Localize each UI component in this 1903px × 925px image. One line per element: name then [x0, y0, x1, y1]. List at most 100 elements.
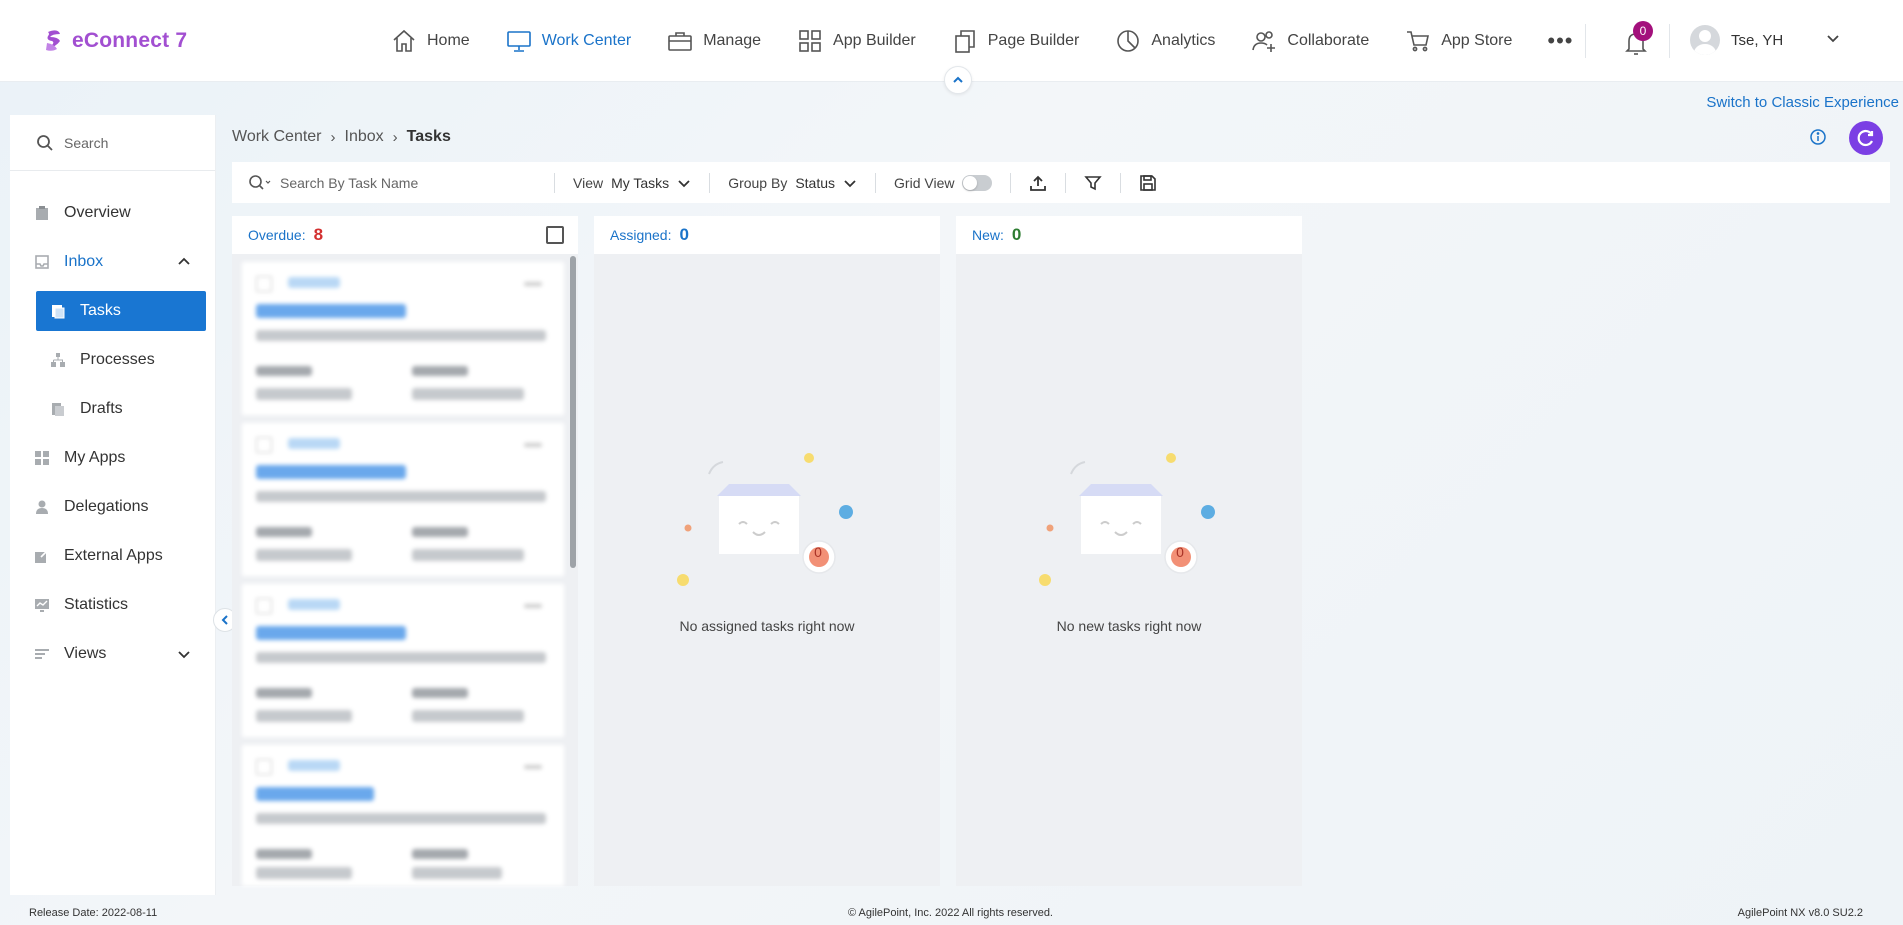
task-checkbox[interactable]: [256, 759, 272, 775]
column-count: 0: [1011, 225, 1022, 244]
task-tag: [288, 760, 340, 771]
chevron-down-icon[interactable]: [1824, 30, 1842, 48]
sidebar-item-statistics[interactable]: Statistics: [10, 585, 216, 625]
sidebar-search-placeholder: Search: [64, 134, 109, 151]
scrollbar[interactable]: [570, 256, 576, 568]
sidebar-item-delegations[interactable]: Delegations: [10, 487, 216, 527]
sidebar-item-label: Overview: [64, 204, 131, 221]
task-description: [256, 652, 546, 663]
pie-chart-icon: [1117, 30, 1140, 52]
task-tag: [288, 599, 340, 610]
filter-icon: [1084, 175, 1103, 190]
task-overdue-value: [412, 710, 524, 722]
select-all-checkbox[interactable]: [546, 226, 564, 244]
nav-home[interactable]: Home: [390, 27, 470, 55]
view-dropdown[interactable]: View My Tasks: [555, 175, 709, 191]
refresh-button[interactable]: [1849, 121, 1883, 155]
task-description: [256, 330, 546, 341]
switch-classic-link[interactable]: Switch to Classic Experience: [1706, 94, 1899, 111]
release-date: Release Date: 2022-08-11: [29, 907, 158, 919]
sidebar-item-my-apps[interactable]: My Apps: [10, 438, 216, 478]
empty-message: No new tasks right now: [1056, 618, 1202, 634]
view-value: My Tasks: [611, 174, 670, 191]
more-options-icon[interactable]: [524, 604, 542, 608]
user-menu[interactable]: Tse, YH: [1690, 25, 1783, 55]
info-icon[interactable]: [1809, 128, 1827, 146]
nav-collaborate-label: Collaborate: [1287, 32, 1370, 49]
nav-page-builder-label: Page Builder: [987, 32, 1080, 49]
task-title[interactable]: [256, 787, 374, 801]
save-view-button[interactable]: [1121, 174, 1175, 192]
more-options-icon[interactable]: [524, 282, 542, 286]
task-card[interactable]: [242, 423, 564, 576]
sidebar-item-label: Delegations: [64, 498, 149, 515]
nav-collaborate[interactable]: Collaborate: [1250, 27, 1369, 55]
nav-manage[interactable]: Manage: [666, 27, 761, 55]
task-overdue-value: [412, 867, 502, 879]
sidebar-search[interactable]: Search: [10, 115, 215, 171]
collapse-header-button[interactable]: [944, 66, 972, 94]
task-card[interactable]: [242, 745, 564, 886]
breadcrumb-inbox[interactable]: Inbox: [345, 128, 384, 146]
task-checkbox[interactable]: [256, 276, 272, 292]
grid-view-toggle[interactable]: [962, 174, 993, 191]
export-button[interactable]: [1011, 174, 1065, 192]
sidebar-item-label: External Apps: [64, 547, 163, 564]
users-icon: [1252, 31, 1276, 52]
task-overdue-value: [412, 388, 524, 400]
chevron-down-icon: [678, 179, 690, 187]
app-logo[interactable]: eConnect 7: [42, 28, 187, 54]
breadcrumb-separator: ›: [392, 128, 398, 146]
task-assigned-value: [256, 867, 352, 879]
sidebar-item-drafts[interactable]: Drafts: [10, 389, 216, 429]
breadcrumb-work-center[interactable]: Work Center: [232, 128, 322, 146]
empty-box-illustration: [677, 453, 853, 586]
sidebar-item-overview[interactable]: Overview: [10, 193, 216, 233]
task-overdue-label: [412, 527, 468, 537]
filter-button[interactable]: [1066, 174, 1120, 192]
sidebar-item-views[interactable]: Views: [10, 634, 216, 674]
cart-icon: [1407, 31, 1430, 52]
nav-work-center[interactable]: Work Center: [505, 27, 631, 55]
sidebar-item-processes[interactable]: Processes: [10, 340, 216, 380]
task-card[interactable]: [242, 584, 564, 737]
econnect-logo-icon: [46, 30, 60, 51]
more-options-icon[interactable]: [524, 765, 542, 769]
sidebar-item-external-apps[interactable]: External Apps: [10, 536, 216, 576]
apps-grid-icon: [35, 451, 49, 465]
user-name: Tse, YH: [1731, 31, 1784, 49]
sidebar-item-label: Views: [64, 645, 107, 662]
home-icon: [393, 29, 415, 52]
upload-icon: [1030, 175, 1047, 191]
task-checkbox[interactable]: [256, 437, 272, 453]
nav-page-builder[interactable]: Page Builder: [951, 27, 1080, 55]
column-label: New:: [972, 227, 1004, 243]
task-checkbox[interactable]: [256, 598, 272, 614]
nav-home-label: Home: [427, 32, 470, 49]
task-card[interactable]: [242, 262, 564, 415]
nav-app-store[interactable]: App Store: [1404, 27, 1512, 55]
column-header: Overdue: 8: [232, 216, 578, 254]
sidebar-item-label: Processes: [80, 351, 155, 368]
task-title[interactable]: [256, 465, 406, 479]
nav-more-button[interactable]: •••: [1547, 30, 1573, 52]
chevron-up-icon: [953, 76, 963, 83]
more-options-icon[interactable]: [524, 443, 542, 447]
task-title[interactable]: [256, 304, 406, 318]
empty-badge-count: 0: [814, 544, 822, 560]
search-icon: [249, 174, 271, 190]
refresh-icon: [1857, 129, 1874, 147]
sidebar-item-tasks[interactable]: Tasks: [36, 291, 206, 331]
empty-state: 0 No assigned tasks right now: [594, 444, 940, 634]
nav-analytics[interactable]: Analytics: [1114, 27, 1215, 55]
assigned-column: Assigned: 0 0 No assigned tasks right no…: [594, 216, 940, 886]
group-by-dropdown[interactable]: Group By Status: [710, 175, 875, 191]
task-search: [232, 162, 554, 203]
task-title[interactable]: [256, 626, 406, 640]
nav-app-builder[interactable]: App Builder: [796, 27, 916, 55]
sidebar-item-label: Statistics: [64, 596, 129, 613]
task-tag: [288, 438, 340, 449]
sidebar-item-inbox[interactable]: Inbox: [10, 242, 216, 282]
task-search-input[interactable]: [280, 174, 540, 191]
column-count: 0: [679, 225, 689, 244]
